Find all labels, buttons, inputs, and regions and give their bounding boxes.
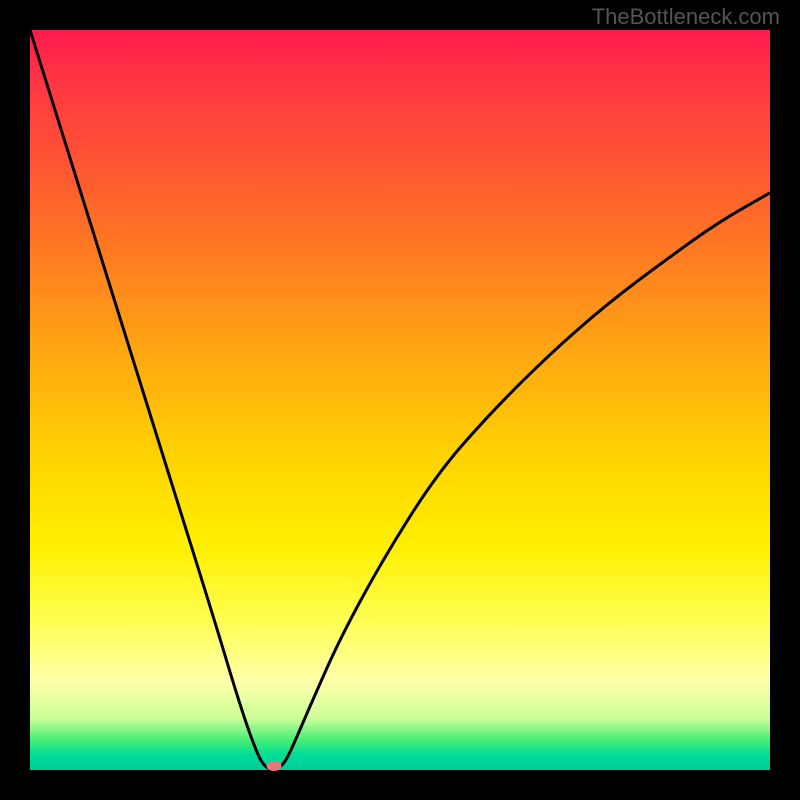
watermark-text: TheBottleneck.com (592, 4, 780, 30)
plot-area (30, 30, 770, 770)
chart-frame: TheBottleneck.com (0, 0, 800, 800)
bottleneck-curve (30, 30, 770, 770)
optimum-marker (267, 761, 282, 771)
